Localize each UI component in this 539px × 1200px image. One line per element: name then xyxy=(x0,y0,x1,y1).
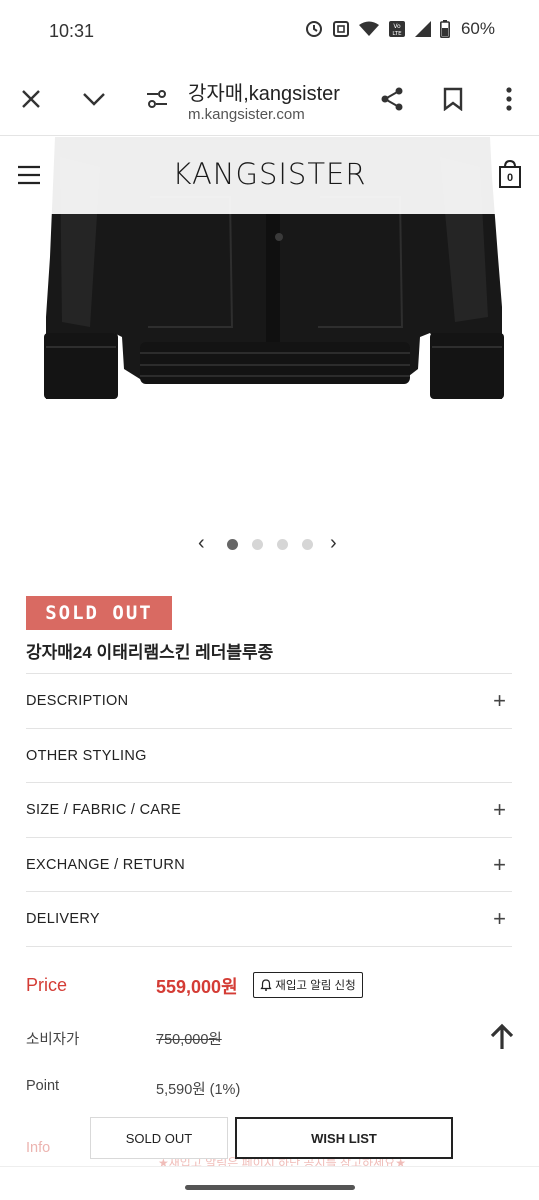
wish-list-button[interactable]: WISH LIST xyxy=(235,1117,453,1159)
accordion-divider xyxy=(26,946,512,947)
retail-price-label: 소비자가 xyxy=(26,1032,80,1048)
accordion-label: EXCHANGE / RETURN xyxy=(26,857,185,873)
accordion-label: SIZE / FABRIC / CARE xyxy=(26,802,182,818)
carousel-dot[interactable] xyxy=(227,539,238,550)
share-icon[interactable] xyxy=(379,86,405,112)
plus-icon: + xyxy=(493,906,506,931)
carousel-nav: ‹ › xyxy=(0,532,539,556)
bell-icon xyxy=(260,979,272,991)
accordion-label: DESCRIPTION xyxy=(26,693,129,709)
svg-text:LTE: LTE xyxy=(392,31,402,37)
scroll-top-icon[interactable] xyxy=(487,1022,517,1052)
sync-icon xyxy=(305,21,322,37)
carousel-dot[interactable] xyxy=(302,539,313,550)
volte-icon: VoLTE xyxy=(388,21,405,37)
accordion-size-fabric-care[interactable]: SIZE / FABRIC / CARE + xyxy=(26,782,512,837)
status-icons: Vo LTE 60% xyxy=(305,19,495,39)
carousel-dot[interactable] xyxy=(252,539,263,550)
chevron-down-icon[interactable] xyxy=(82,90,106,108)
gesture-handle[interactable] xyxy=(185,1185,355,1190)
carousel-dot[interactable] xyxy=(277,539,288,550)
cart-button[interactable]: 0 xyxy=(498,159,522,189)
accordion-label: DELIVERY xyxy=(26,911,100,927)
signal-icon xyxy=(414,21,431,37)
accordion-label: OTHER STYLING xyxy=(26,748,147,764)
price-value: 559,000원 xyxy=(156,977,238,997)
accordion-other-styling[interactable]: OTHER STYLING xyxy=(26,728,512,783)
product-name: 강자매24 이태리램스킨 레더블루종 xyxy=(26,643,274,662)
accordion-exchange-return[interactable]: EXCHANGE / RETURN + xyxy=(26,837,512,892)
point-value: 5,590원 (1%) xyxy=(156,1082,241,1098)
more-icon[interactable] xyxy=(505,87,513,111)
bookmark-icon[interactable] xyxy=(443,87,463,111)
status-time: 10:31 xyxy=(49,21,95,41)
accordion-delivery[interactable]: DELIVERY + xyxy=(26,891,512,946)
site-logo[interactable]: KANGSISTER xyxy=(0,157,539,191)
carousel-next-icon[interactable]: › xyxy=(330,532,337,555)
battery-percentage: 60% xyxy=(460,19,495,38)
restock-alert-label: 재입고 알림 신청 xyxy=(275,980,356,992)
accordion-description[interactable]: DESCRIPTION + xyxy=(26,673,512,728)
svg-text:Vo: Vo xyxy=(393,23,401,30)
nfc-icon xyxy=(332,21,349,37)
sold-out-badge: SOLD OUT xyxy=(26,596,172,630)
status-bar: 10:31 Vo LTE 60% xyxy=(0,0,539,62)
navigation-bar xyxy=(0,1166,539,1200)
plus-icon: + xyxy=(493,797,506,822)
price-label: Price xyxy=(26,975,68,995)
close-icon[interactable] xyxy=(20,88,42,110)
point-label: Point xyxy=(26,1078,60,1094)
retail-price-value: 750,000원 xyxy=(156,1032,222,1048)
page-title[interactable]: 강자매,kangsister xyxy=(188,77,340,106)
site-settings-icon[interactable] xyxy=(146,88,168,110)
battery-icon xyxy=(439,20,450,38)
cart-count: 0 xyxy=(506,172,514,184)
sold-out-button[interactable]: SOLD OUT xyxy=(90,1117,228,1159)
plus-icon: + xyxy=(493,852,506,877)
restock-alert-button[interactable]: 재입고 알림 신청 xyxy=(253,972,363,998)
wifi-icon xyxy=(358,21,379,36)
page-domain[interactable]: m.kangsister.com xyxy=(188,106,305,123)
plus-icon: + xyxy=(493,688,506,713)
browser-toolbar: 강자매,kangsister m.kangsister.com xyxy=(0,62,539,136)
info-label: Info xyxy=(26,1140,51,1156)
carousel-prev-icon[interactable]: ‹ xyxy=(198,532,205,555)
site-header: KANGSISTER 0 xyxy=(0,137,539,214)
